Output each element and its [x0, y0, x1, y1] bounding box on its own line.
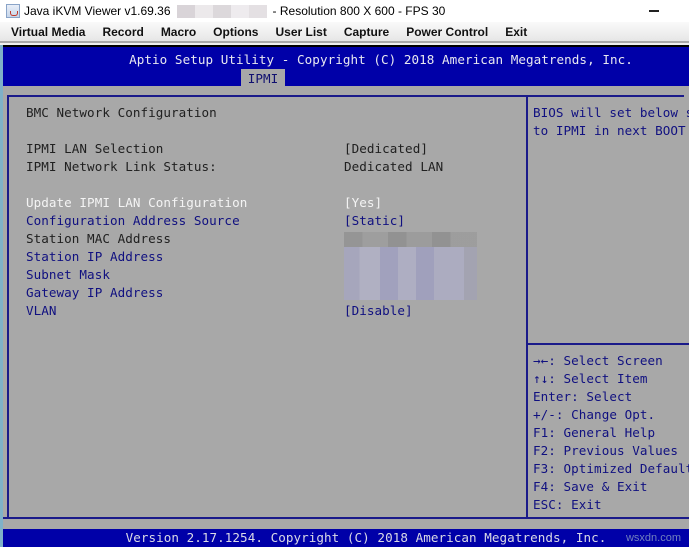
legend-f4: F4: Save & Exit [533, 479, 648, 494]
menu-virtual-media[interactable]: Virtual Media [11, 25, 85, 39]
footer-band [3, 517, 689, 529]
help-legend-divider [528, 343, 689, 345]
setting-label-update-lan-config[interactable]: Update IPMI LAN Configuration [26, 194, 247, 212]
setting-label-vlan[interactable]: VLAN [26, 302, 57, 320]
setting-label-ipmi-lan-selection: IPMI LAN Selection [26, 141, 164, 156]
window-title: Java iKVM Viewer v1.69.36 [24, 4, 171, 18]
setting-value-link-status: Dedicated LAN [344, 159, 444, 174]
menu-capture[interactable]: Capture [344, 25, 389, 39]
minimize-button[interactable] [647, 4, 663, 18]
menu-user-list[interactable]: User List [275, 25, 326, 39]
menu-power-control[interactable]: Power Control [406, 25, 488, 39]
bios-header: Aptio Setup Utility - Copyright (C) 2018… [3, 45, 689, 88]
setting-label-station-ip[interactable]: Station IP Address [26, 248, 163, 266]
section-heading: BMC Network Configuration [26, 105, 217, 120]
legend-f1: F1: General Help [533, 425, 656, 440]
redacted-address-values [344, 232, 477, 300]
legend-enter: Enter: Select [533, 389, 633, 404]
setting-label-subnet-mask[interactable]: Subnet Mask [26, 266, 110, 284]
setting-label-address-source[interactable]: Configuration Address Source [26, 212, 240, 230]
watermark: wsxdn.com [625, 532, 681, 544]
java-app-icon [6, 4, 20, 18]
bios-screen[interactable]: Aptio Setup Utility - Copyright (C) 2018… [3, 45, 689, 547]
legend-f2: F2: Previous Values [533, 443, 679, 458]
menu-exit[interactable]: Exit [505, 25, 527, 39]
setting-value-vlan[interactable]: [Disable] [344, 302, 413, 320]
legend-select-screen: →←: Select Screen [533, 353, 663, 368]
legend-esc: ESC: Exit [533, 497, 602, 512]
menu-options[interactable]: Options [213, 25, 258, 39]
window-title-resolution: - Resolution 800 X 600 - FPS 30 [272, 4, 446, 18]
bios-title: Aptio Setup Utility - Copyright (C) 2018… [129, 52, 633, 67]
redacted-host [176, 4, 267, 18]
menu-macro[interactable]: Macro [161, 25, 196, 39]
setting-value-update-lan-config[interactable]: [Yes] [344, 194, 382, 212]
legend-select-item: ↑↓: Select Item [533, 371, 648, 386]
window-title-bar: Java iKVM Viewer v1.69.36 - Resolution 8… [0, 0, 689, 22]
setting-label-link-status: IPMI Network Link Status: [26, 159, 217, 174]
help-text-line-1: BIOS will set below s [533, 105, 689, 120]
setting-label-mac-address: Station MAC Address [26, 231, 172, 246]
help-text-line-2: to IPMI in next BOOT [533, 123, 686, 138]
menu-bar: Virtual Media Record Macro Options User … [0, 22, 689, 43]
legend-change-opt: +/-: Change Opt. [533, 407, 656, 422]
legend-f3: F3: Optimized Default [533, 461, 689, 476]
help-panel-divider [526, 95, 528, 535]
bios-footer: Version 2.17.1254. Copyright (C) 2018 Am… [3, 529, 689, 547]
setting-value-address-source[interactable]: [Static] [344, 212, 405, 230]
tab-ipmi[interactable]: IPMI [241, 69, 285, 88]
menu-record[interactable]: Record [102, 25, 143, 39]
setting-value-ipmi-lan-selection: [Dedicated] [344, 141, 428, 156]
setting-label-gateway-ip[interactable]: Gateway IP Address [26, 284, 163, 302]
